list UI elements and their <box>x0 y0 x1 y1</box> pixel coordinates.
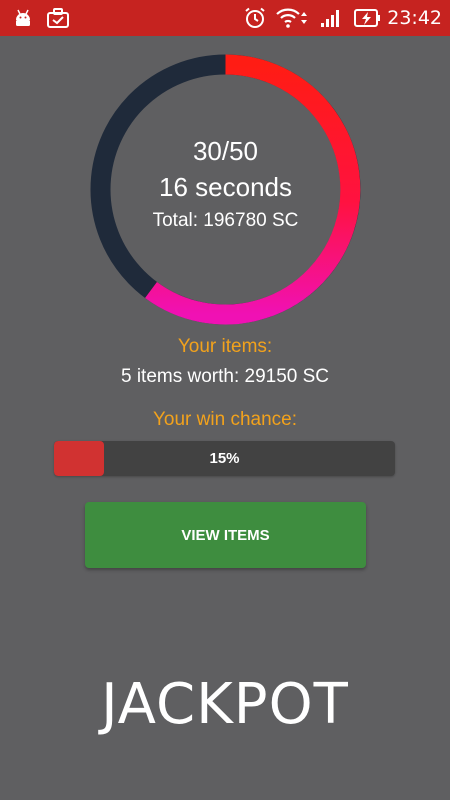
jackpot-ring: 30/50 16 seconds Total: 196780 SC <box>89 53 362 326</box>
win-chance-progress: 15% <box>54 441 395 476</box>
signal-icon <box>319 0 345 36</box>
your-items-summary: 5 items worth: 29150 SC <box>120 366 330 387</box>
briefcase-icon <box>46 0 70 36</box>
win-chance-label: Your win chance: <box>152 409 297 430</box>
your-items-label: Your items: <box>177 336 273 357</box>
clock: 23:42 <box>387 7 442 29</box>
player-count: 30/50 <box>192 135 259 166</box>
ring-center: 30/50 16 seconds Total: 196780 SC <box>89 53 362 326</box>
time-left: 16 seconds <box>159 171 292 202</box>
win-chance-percent: 15% <box>209 450 240 467</box>
status-bar: 23:42 <box>0 0 450 36</box>
alarm-icon <box>243 0 267 36</box>
jackpot-title: JACKPOT <box>101 672 349 737</box>
android-debug-icon <box>12 0 34 36</box>
view-items-button[interactable]: VIEW ITEMS <box>85 502 366 568</box>
pot-total: Total: 196780 SC <box>152 209 299 231</box>
battery-charging-icon <box>353 0 383 36</box>
wifi-icon <box>275 0 311 36</box>
